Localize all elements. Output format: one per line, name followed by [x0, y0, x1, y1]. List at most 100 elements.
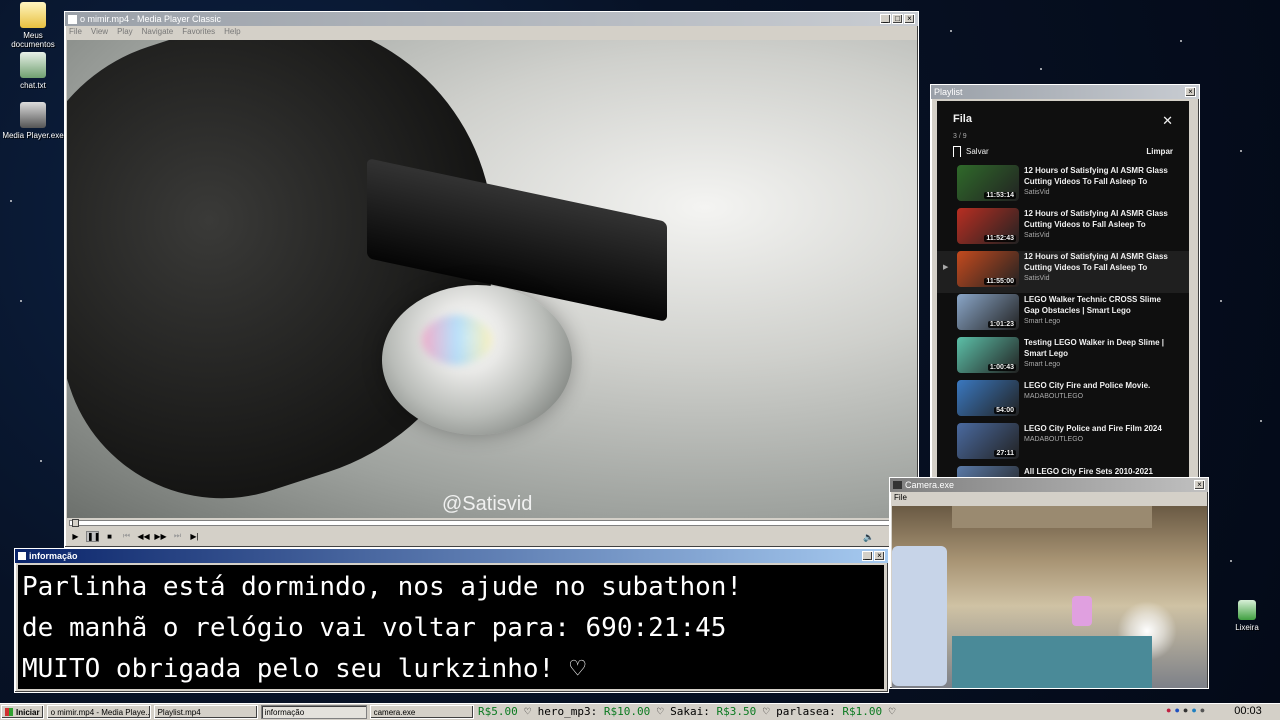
pause-icon[interactable]: ❚❚ — [86, 530, 100, 542]
video-thumbnail[interactable]: 11:53:14 — [957, 165, 1019, 201]
frame-step-icon[interactable]: ▶| — [188, 532, 201, 541]
taskbar-item-playlist[interactable]: Playlist.mp4 — [153, 705, 258, 719]
camera-titlebar[interactable]: Camera.exe × — [890, 478, 1208, 492]
video-thumbnail[interactable]: 1:00:43 — [957, 337, 1019, 373]
save-button[interactable]: Salvar — [953, 146, 989, 157]
video-thumbnail[interactable]: 11:52:43 — [957, 208, 1019, 244]
tray-icon[interactable]: ● — [1200, 705, 1205, 715]
heart-icon: ♡ — [756, 705, 777, 718]
taskbar-item-camera[interactable]: camera.exe — [369, 705, 474, 719]
next-icon[interactable]: ⏭ — [171, 531, 184, 541]
video-title[interactable]: LEGO City Fire and Police Movie. — [1024, 380, 1176, 391]
camera-table — [952, 636, 1152, 688]
clear-button[interactable]: Limpar — [1146, 147, 1173, 156]
donation-amount: R$10.00 — [603, 705, 651, 718]
app-icon — [18, 552, 26, 560]
ticker-entry: hero_mp3: R$10.00 ♡ — [538, 705, 670, 718]
tray-icon[interactable]: ● — [1183, 705, 1188, 715]
queue-item[interactable]: 1:01:23 LEGO Walker Technic CROSS Slime G… — [937, 294, 1189, 336]
desktop-icon-my-documents[interactable]: Meus documentos — [2, 2, 64, 49]
close-icon[interactable]: ✕ — [1162, 113, 1173, 129]
window-title: o mimir.mp4 - Media Player Classic — [80, 14, 222, 24]
video-prism-reflection — [422, 315, 492, 365]
channel-name[interactable]: SatisVid — [1024, 232, 1176, 239]
video-duration: 1:01:23 — [987, 321, 1016, 328]
forward-icon[interactable]: ▶▶ — [154, 532, 167, 541]
close-button[interactable]: × — [1194, 480, 1205, 490]
menu-help[interactable]: Help — [224, 27, 240, 36]
video-title[interactable]: LEGO City Police and Fire Film 2024 — [1024, 423, 1176, 434]
video-title[interactable]: LEGO Walker Technic CROSS Slime Gap Obst… — [1024, 294, 1176, 316]
video-frame[interactable]: @Satisvid — [67, 40, 917, 518]
queue-item[interactable]: 1:00:43 Testing LEGO Walker in Deep Slime… — [937, 337, 1189, 379]
queue-panel: Fila ✕ 3 / 9 Salvar Limpar 11:53:14 12 Ho… — [937, 101, 1189, 477]
queue-item[interactable]: 11:52:43 12 Hours of Satisfying AI ASMR G… — [937, 208, 1189, 250]
close-button[interactable]: × — [904, 14, 915, 24]
media-player-titlebar[interactable]: o mimir.mp4 - Media Player Classic _ □ × — [65, 12, 918, 26]
volume-icon[interactable]: 🔈 — [863, 532, 874, 543]
camera-ceiling — [952, 506, 1152, 528]
queue-item[interactable]: All LEGO City Fire Sets 2010-2021 Compil… — [937, 466, 1189, 477]
channel-name[interactable]: MADABOUTLEGO — [1024, 436, 1176, 443]
window-title: Camera.exe — [905, 480, 955, 490]
minimize-button[interactable]: _ — [862, 551, 873, 561]
video-title[interactable]: 12 Hours of Satisfying AI ASMR Glass Cut… — [1024, 165, 1176, 187]
close-button[interactable]: × — [874, 551, 885, 561]
desktop-icon-media-player[interactable]: Media Player.exe — [2, 102, 64, 140]
video-title[interactable]: 12 Hours of Satisfying AI ASMR Glass Cut… — [1024, 251, 1176, 273]
previous-icon[interactable]: ⏮ — [120, 531, 133, 541]
desktop-icon-chat-txt[interactable]: chat.txt — [2, 52, 64, 90]
rewind-icon[interactable]: ◀◀ — [137, 532, 150, 541]
channel-name[interactable]: SatisVid — [1024, 189, 1176, 196]
menu-view[interactable]: View — [91, 27, 108, 36]
heart-icon: ♡ — [517, 705, 538, 718]
menu-favorites[interactable]: Favorites — [182, 27, 215, 36]
channel-name[interactable]: SatisVid — [1024, 275, 1176, 282]
queue-item[interactable]: 54:00 LEGO City Fire and Police Movie. MAD… — [937, 380, 1189, 422]
queue-item[interactable]: ▶ 11:55:00 12 Hours of Satisfying AI ASMR … — [937, 251, 1189, 293]
video-duration: 11:52:43 — [984, 235, 1016, 242]
close-button[interactable]: × — [1185, 87, 1196, 97]
menu-play[interactable]: Play — [117, 27, 133, 36]
video-watermark: @Satisvid — [442, 493, 533, 515]
menu-file[interactable]: File — [69, 27, 82, 36]
channel-name[interactable]: Smart Lego — [1024, 361, 1176, 368]
queue-item[interactable]: 11:53:14 12 Hours of Satisfying AI ASMR G… — [937, 165, 1189, 207]
playlist-window: Playlist × Fila ✕ 3 / 9 Salvar Limpar 11… — [930, 84, 1200, 479]
video-title[interactable]: Testing LEGO Walker in Deep Slime | Smar… — [1024, 337, 1176, 359]
donation-amount: R$3.50 — [716, 705, 757, 718]
tray-icon[interactable]: ● — [1191, 705, 1196, 715]
taskbar-item-info[interactable]: informação — [260, 705, 367, 719]
video-title[interactable]: 12 Hours of Satisfying AI ASMR Glass Cut… — [1024, 208, 1176, 230]
bookmark-icon — [953, 146, 961, 157]
tray-icon[interactable]: ● — [1166, 705, 1171, 715]
tray-icon[interactable]: ● — [1174, 705, 1179, 715]
video-duration: 11:55:00 — [984, 278, 1016, 285]
seek-knob[interactable] — [72, 519, 79, 527]
play-icon[interactable]: ▶ — [69, 532, 82, 541]
media-player-icon — [20, 102, 46, 128]
minimize-button[interactable]: _ — [880, 14, 891, 24]
heart-icon: ♡ — [882, 705, 896, 718]
video-thumbnail[interactable]: 11:55:00 — [957, 251, 1019, 287]
stop-icon[interactable]: ■ — [103, 532, 116, 541]
info-titlebar[interactable]: informação _ × — [15, 549, 888, 563]
video-thumbnail[interactable]: 1:01:23 — [957, 294, 1019, 330]
video-thumbnail[interactable] — [957, 466, 1019, 477]
menu-navigate[interactable]: Navigate — [142, 27, 174, 36]
info-line: MUITO obrigada pelo seu lurkzinho! ♡ — [22, 654, 586, 684]
queue-item[interactable]: 27:11 LEGO City Police and Fire Film 2024… — [937, 423, 1189, 465]
start-button[interactable]: Iniciar — [1, 705, 44, 719]
maximize-button[interactable]: □ — [892, 14, 903, 24]
video-title[interactable]: All LEGO City Fire Sets 2010-2021 Compil… — [1024, 466, 1176, 477]
taskbar-item-media-player[interactable]: o mimir.mp4 - Media Playe... — [46, 705, 151, 719]
video-thumbnail[interactable]: 27:11 — [957, 423, 1019, 459]
menu-file[interactable]: File — [894, 493, 907, 502]
seek-bar[interactable] — [69, 519, 915, 527]
video-thumbnail[interactable]: 54:00 — [957, 380, 1019, 416]
playlist-titlebar[interactable]: Playlist × — [931, 85, 1199, 99]
desktop-icon-label: Lixeira — [1235, 623, 1259, 632]
desktop-icon-recycle-bin[interactable]: Lixeira — [1216, 600, 1278, 632]
channel-name[interactable]: MADABOUTLEGO — [1024, 393, 1176, 400]
channel-name[interactable]: Smart Lego — [1024, 318, 1176, 325]
